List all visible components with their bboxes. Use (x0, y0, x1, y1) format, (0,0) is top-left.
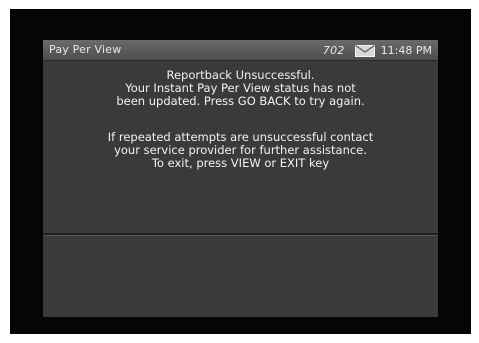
message-area: Reportback Unsuccessful. Your Instant Pa… (43, 61, 438, 231)
message-line: been updated. Press GO BACK to try again… (116, 94, 365, 108)
clock: 11:48 PM (380, 44, 432, 57)
help-message: If repeated attempts are unsuccessful co… (43, 131, 438, 170)
ppv-dialog: Pay Per View 702 11:48 PM Reportback Uns… (43, 40, 438, 317)
title-bar: Pay Per View 702 11:48 PM (43, 40, 438, 61)
lower-panel (43, 236, 438, 317)
tv-screen: Pay Per View 702 11:48 PM Reportback Uns… (10, 9, 471, 334)
mail-icon (354, 44, 375, 57)
error-message: Reportback Unsuccessful. Your Instant Pa… (43, 69, 438, 108)
channel-number: 702 (322, 44, 345, 57)
message-line: To exit, press VIEW or EXIT key (151, 156, 330, 170)
page-title: Pay Per View (49, 43, 122, 56)
status-area: 702 11:48 PM (323, 43, 432, 58)
